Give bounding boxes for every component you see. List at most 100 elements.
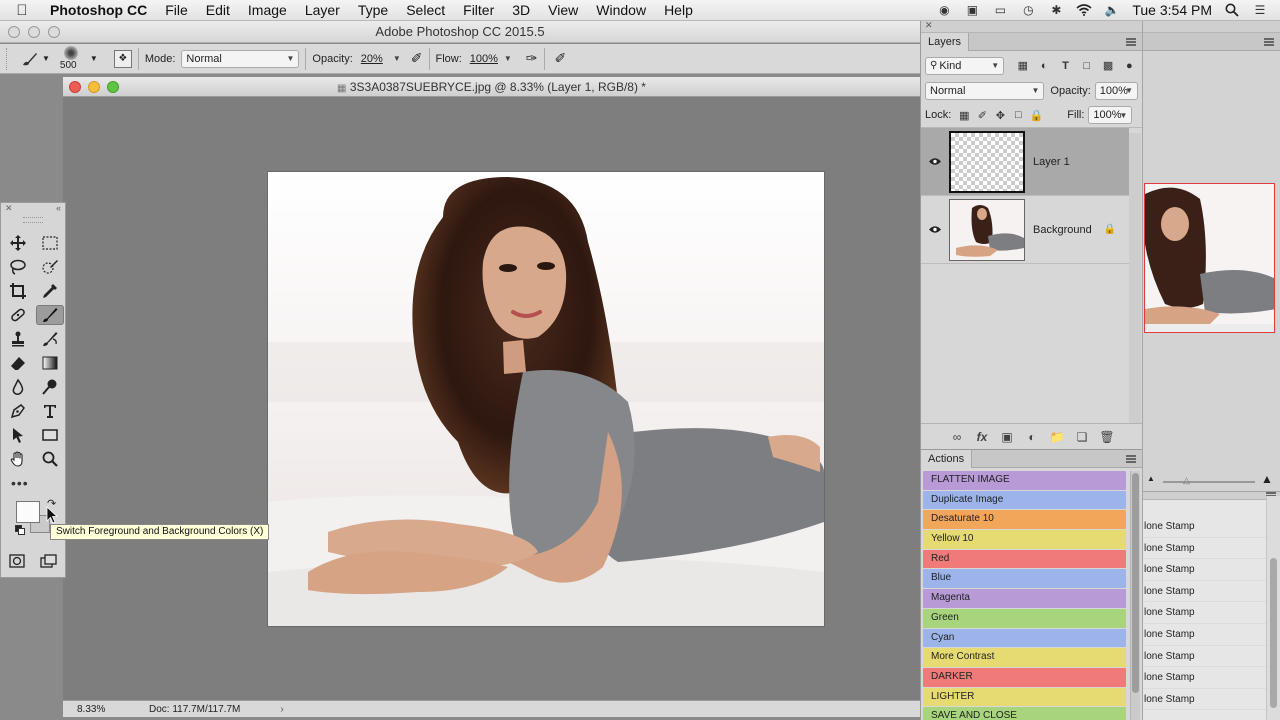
brush-tool[interactable]: [36, 305, 64, 325]
healing-brush-tool[interactable]: [4, 305, 32, 325]
eyedropper-tool[interactable]: [36, 281, 64, 301]
spotlight-search-icon[interactable]: [1224, 3, 1240, 17]
menu-layer[interactable]: Layer: [296, 2, 349, 18]
history-state-item[interactable]: lone Stamp: [1143, 689, 1267, 711]
action-item[interactable]: Cyan: [923, 628, 1126, 648]
history-state-item[interactable]: lone Stamp: [1143, 538, 1267, 560]
brush-panel-toggle[interactable]: ❖: [113, 49, 132, 68]
menu-type[interactable]: Type: [349, 2, 397, 18]
menu-3d[interactable]: 3D: [503, 2, 539, 18]
zoom-tool[interactable]: [36, 449, 64, 469]
options-bar-grip[interactable]: [6, 47, 12, 70]
action-item[interactable]: More Contrast: [923, 648, 1126, 667]
action-item[interactable]: LIGHTER: [923, 687, 1126, 707]
zoom-in-mountain-icon[interactable]: ▲: [1261, 472, 1273, 486]
navigator-zoom-slider[interactable]: [1163, 481, 1255, 483]
gradient-tool[interactable]: [36, 353, 64, 373]
history-state-item[interactable]: lone Stamp: [1143, 646, 1267, 668]
app-menu[interactable]: Photoshop CC: [44, 2, 156, 18]
layer-thumbnail[interactable]: [949, 130, 1025, 193]
history-scrollbar[interactable]: [1266, 496, 1280, 720]
adjustment-filter-icon[interactable]: ◐: [1036, 57, 1053, 75]
artboard-lock-icon[interactable]: □: [1009, 106, 1027, 124]
layer-name[interactable]: Background: [1033, 224, 1092, 236]
layers-scrollbar[interactable]: [1129, 133, 1141, 423]
lock-image-pixels-icon[interactable]: ✐: [973, 106, 991, 124]
menu-filter[interactable]: Filter: [454, 2, 503, 18]
time-machine-icon[interactable]: ◷: [1020, 3, 1036, 17]
blend-mode-dropdown[interactable]: Normal ▼: [925, 81, 1045, 100]
layer-row-background[interactable]: Background 🔒: [921, 196, 1129, 264]
screen-recorder-icon[interactable]: ▣: [964, 3, 980, 17]
navigator-preview[interactable]: [1144, 183, 1275, 333]
apple-icon[interactable]: : [0, 2, 44, 19]
blur-tool[interactable]: [4, 377, 32, 397]
history-state-item[interactable]: lone Stamp: [1143, 667, 1267, 689]
scrollbar-thumb[interactable]: [1270, 558, 1277, 708]
pen-tool[interactable]: [4, 401, 32, 421]
action-item[interactable]: Red: [923, 549, 1126, 569]
action-item[interactable]: Desaturate 10: [923, 510, 1126, 530]
layer-thumbnail[interactable]: [949, 198, 1025, 261]
panel-menu-icon[interactable]: [1126, 38, 1136, 46]
lock-position-icon[interactable]: ✥: [991, 106, 1009, 124]
wifi-icon[interactable]: [1076, 3, 1092, 17]
history-state-item[interactable]: lone Stamp: [1143, 516, 1267, 538]
pressure-opacity-icon[interactable]: ✐: [411, 50, 423, 67]
close-icon[interactable]: ✕: [5, 203, 13, 217]
type-tool[interactable]: [36, 401, 64, 421]
action-item[interactable]: Blue: [923, 569, 1126, 589]
quick-selection-tool[interactable]: [36, 257, 64, 277]
menu-view[interactable]: View: [539, 2, 587, 18]
clone-stamp-tool[interactable]: [4, 329, 32, 349]
path-selection-tool[interactable]: [4, 425, 32, 445]
zoom-out-mountain-icon[interactable]: ▲: [1147, 474, 1155, 483]
document-canvas-photo[interactable]: [268, 172, 824, 626]
eraser-tool[interactable]: [4, 353, 32, 373]
mode-dropdown[interactable]: Normal ▼: [181, 49, 300, 68]
action-item[interactable]: Duplicate Image: [923, 490, 1126, 510]
creative-cloud-icon[interactable]: ◉: [936, 3, 952, 17]
add-mask-icon[interactable]: ▣: [999, 430, 1016, 444]
fill-field[interactable]: 100% ▼: [1088, 106, 1133, 124]
layer-style-fx-icon[interactable]: fx: [974, 430, 991, 444]
type-filter-icon[interactable]: T: [1057, 57, 1074, 75]
action-item[interactable]: SAVE AND CLOSE: [923, 707, 1126, 720]
filter-toggle-icon[interactable]: ●: [1121, 57, 1138, 75]
lock-transparent-pixels-icon[interactable]: ▦: [955, 106, 973, 124]
layer-row-layer-1[interactable]: Layer 1: [921, 128, 1129, 196]
opacity-field[interactable]: 20% ▼: [357, 50, 405, 68]
chevron-right-icon[interactable]: ›: [280, 704, 283, 715]
volume-icon[interactable]: 🔈: [1104, 3, 1120, 17]
layer-filter-dropdown[interactable]: ⚲ Kind ▼: [925, 56, 1005, 75]
tab-layers[interactable]: Layers: [921, 33, 970, 51]
brush-preset-picker[interactable]: 500: [58, 45, 88, 73]
menu-window[interactable]: Window: [587, 2, 655, 18]
pixel-filter-icon[interactable]: ▦: [1014, 57, 1031, 75]
adjustment-layer-icon[interactable]: ◐: [1024, 430, 1041, 444]
default-colors-icon[interactable]: [15, 525, 25, 535]
rectangle-tool[interactable]: [36, 425, 64, 445]
shape-filter-icon[interactable]: □: [1078, 57, 1095, 75]
hand-tool[interactable]: [4, 449, 32, 469]
link-layers-icon[interactable]: ∞: [949, 430, 966, 444]
menu-image[interactable]: Image: [239, 2, 296, 18]
crop-tool[interactable]: [4, 281, 32, 301]
new-group-folder-icon[interactable]: 📁: [1049, 430, 1066, 444]
rectangular-marquee-tool[interactable]: [36, 233, 64, 253]
foreground-color-swatch[interactable]: [16, 501, 40, 523]
menu-file[interactable]: File: [156, 2, 197, 18]
action-item[interactable]: FLATTEN IMAGE: [923, 471, 1126, 490]
canvas-area[interactable]: [63, 98, 920, 700]
history-state-item[interactable]: lone Stamp: [1143, 559, 1267, 581]
lock-all-icon[interactable]: 🔒: [1027, 106, 1045, 124]
panel-menu-icon[interactable]: [1264, 38, 1274, 46]
zoom-slider-handle[interactable]: △: [1183, 475, 1190, 486]
flow-field[interactable]: 100% ▼: [466, 50, 516, 68]
chevron-down-icon[interactable]: ▼: [90, 54, 98, 63]
smart-object-filter-icon[interactable]: ▩: [1099, 57, 1116, 75]
menubar-clock[interactable]: Tue 3:54 PM: [1132, 2, 1212, 18]
panel-menu-icon[interactable]: [1126, 455, 1136, 463]
notification-center-icon[interactable]: ☰: [1252, 3, 1268, 17]
layer-opacity-field[interactable]: 100% ▼: [1094, 81, 1138, 100]
